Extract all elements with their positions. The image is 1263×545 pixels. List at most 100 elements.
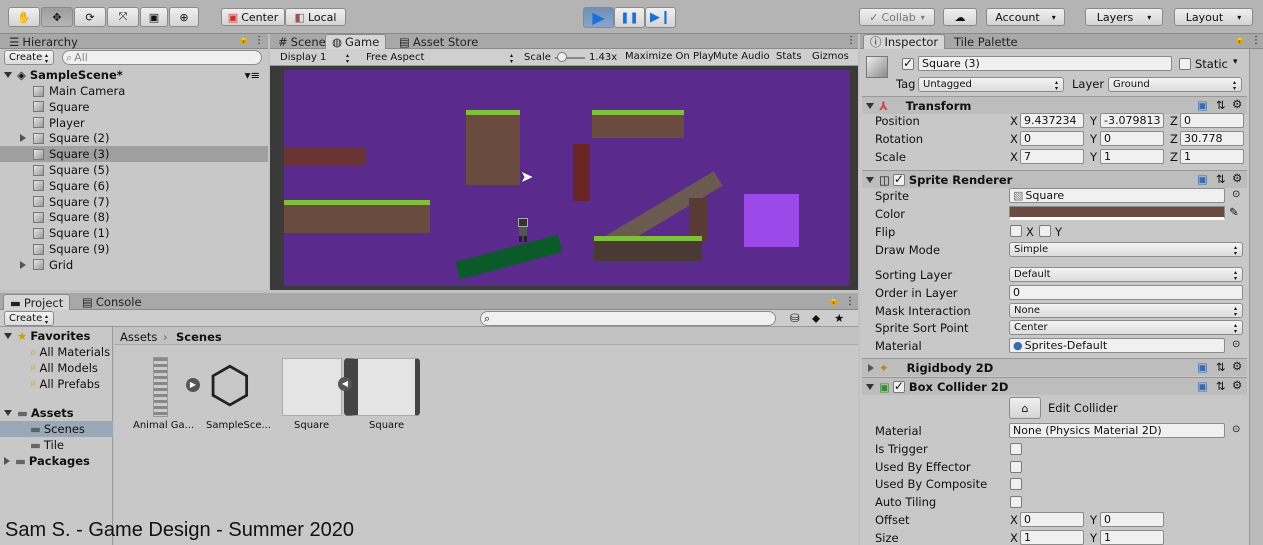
gear-icon[interactable]: ⚙ [1232, 97, 1242, 111]
box-collider-enabled-checkbox[interactable] [892, 379, 905, 393]
rotation-x-axis-label[interactable]: X [1010, 132, 1018, 146]
cloud-button[interactable]: ☁ [943, 8, 977, 26]
mask-interaction-dropdown[interactable]: None [1009, 303, 1243, 318]
favorite-star-icon[interactable]: ★ [834, 311, 844, 325]
scale-y-axis-label[interactable]: Y [1090, 150, 1097, 164]
hierarchy-item[interactable]: Square (7) [0, 194, 268, 210]
object-picker-icon[interactable]: ⊙ [1232, 424, 1240, 435]
pause-button[interactable]: ❚❚ [614, 7, 645, 28]
expand-arrow-icon[interactable] [4, 457, 10, 465]
collider-material-field[interactable]: None (Physics Material 2D) [1009, 423, 1225, 438]
help-book-icon[interactable]: ▣ [1197, 360, 1208, 374]
static-checkbox[interactable] [1179, 58, 1191, 70]
position-z-axis-label[interactable]: Z [1170, 114, 1178, 128]
project-create-dropdown[interactable]: Create [4, 311, 54, 326]
tab-inspector[interactable]: ⓘ Inspector [863, 34, 946, 49]
order-in-layer-input[interactable]: 0 [1009, 285, 1243, 300]
draw-mode-dropdown[interactable]: Simple [1009, 242, 1243, 257]
project-search-input[interactable]: ⌕ [480, 311, 776, 326]
collapse-asset-icon[interactable]: ◀ [338, 377, 352, 391]
step-button[interactable]: ▶❙ [645, 7, 676, 28]
asset-item[interactable]: ◀ Square [338, 355, 420, 435]
rect-tool-button[interactable]: ▣ [140, 7, 168, 27]
help-book-icon[interactable]: ▣ [1197, 98, 1208, 112]
scene-menu-icon[interactable]: ▾≡ [245, 68, 260, 82]
sprite-sort-point-dropdown[interactable]: Center [1009, 320, 1243, 335]
chevron-down-icon[interactable]: ▾ [1233, 57, 1238, 67]
help-book-icon[interactable]: ▣ [1197, 379, 1208, 393]
gear-icon[interactable]: ⚙ [1232, 359, 1242, 373]
account-dropdown[interactable]: Account ▾ [986, 8, 1065, 26]
rotation-y-axis-label[interactable]: Y [1090, 132, 1097, 146]
flip-x-checkbox[interactable] [1010, 225, 1022, 237]
rigidbody-header[interactable]: ✦ Rigidbody 2D [862, 358, 1247, 376]
favorite-item[interactable]: ⌕ All Prefabs [30, 376, 100, 392]
expand-arrow-icon[interactable] [866, 383, 874, 390]
display-dropdown[interactable]: Display 1 [276, 50, 354, 65]
tab-console[interactable]: ▤ Console [76, 294, 148, 310]
object-picker-icon[interactable]: ⊙ [1232, 339, 1240, 350]
gizmos-toggle[interactable]: Gizmos [812, 51, 849, 62]
tab-tile-palette[interactable]: Tile Palette [948, 34, 1024, 49]
breadcrumb-scenes[interactable]: Scenes [176, 330, 222, 344]
stats-toggle[interactable]: Stats [776, 51, 802, 62]
hierarchy-item[interactable]: Square (3) [0, 146, 268, 163]
hierarchy-item[interactable]: Square (2) [0, 130, 268, 146]
hierarchy-item[interactable]: Square (9) [0, 241, 268, 257]
is-trigger-checkbox[interactable] [1010, 443, 1022, 455]
scale-z-axis-label[interactable]: Z [1170, 150, 1178, 164]
play-button[interactable]: ▶ [583, 7, 614, 28]
used-by-composite-checkbox[interactable] [1010, 478, 1022, 490]
hierarchy-item[interactable]: Square (5) [0, 162, 268, 178]
expand-arrow-icon[interactable] [4, 72, 12, 78]
expand-arrow-icon[interactable] [4, 333, 12, 339]
used-by-effector-checkbox[interactable] [1010, 461, 1022, 473]
transform-header[interactable]: ⅄ Transform [862, 96, 1247, 114]
favorites-header[interactable]: ★ Favorites [4, 328, 90, 344]
folder-tile[interactable]: ▬ Tile [30, 437, 64, 453]
expand-arrow-icon[interactable] [20, 260, 26, 269]
hierarchy-item[interactable]: Square [0, 99, 268, 115]
object-name-input[interactable]: Square (3) [918, 56, 1172, 71]
hierarchy-item[interactable]: Square (6) [0, 178, 268, 194]
expand-arrow-icon[interactable] [4, 410, 12, 416]
material-field[interactable]: ● Sprites-Default [1009, 338, 1225, 353]
asset-item[interactable]: Square [280, 355, 344, 435]
size-y-input[interactable]: 1 [1100, 530, 1164, 545]
pivot-center-button[interactable]: ▣ Center [221, 8, 285, 26]
tab-project[interactable]: ▬ Project [3, 294, 71, 310]
gear-icon[interactable]: ⚙ [1232, 378, 1242, 392]
asset-item[interactable]: Animal Ga... [130, 355, 194, 435]
breadcrumb-assets[interactable]: Assets [120, 330, 157, 344]
pivot-local-button[interactable]: ◧ Local [285, 8, 346, 26]
object-picker-icon[interactable]: ⊙ [1232, 189, 1240, 200]
scale-x-axis-label[interactable]: X [1010, 150, 1018, 164]
expand-asset-icon[interactable]: ▶ [186, 378, 200, 392]
scale-x-input[interactable]: 7 [1020, 149, 1084, 164]
scale-slider-thumb[interactable] [557, 52, 567, 62]
transform-tool-button[interactable]: ⊕ [169, 7, 199, 27]
help-book-icon[interactable]: ▣ [1197, 172, 1208, 186]
rotation-z-input[interactable]: 30.778 [1180, 131, 1244, 146]
tag-dropdown[interactable]: Untagged [918, 77, 1064, 92]
panel-menu-icon[interactable]: ⋮ [1251, 35, 1261, 46]
tab-hierarchy[interactable]: ☰ Hierarchy [3, 34, 84, 49]
presets-icon[interactable]: ⇅ [1216, 98, 1226, 112]
favorite-item[interactable]: ⌕ All Materials [30, 344, 110, 360]
move-tool-button[interactable]: ✥ [41, 7, 73, 27]
hierarchy-item[interactable]: Square (8) [0, 209, 268, 225]
flip-y-checkbox[interactable] [1039, 225, 1051, 237]
position-x-input[interactable]: 9.437234 [1020, 113, 1084, 128]
hierarchy-item[interactable]: Main Camera [0, 83, 268, 99]
rotation-z-axis-label[interactable]: Z [1170, 132, 1178, 146]
sprite-renderer-header[interactable]: ◫ Sprite Renderer [862, 170, 1247, 188]
hierarchy-search-input[interactable]: ⌕ All [62, 50, 262, 65]
tab-game[interactable]: ◍ Game [325, 34, 387, 49]
rotate-tool-button[interactable]: ⟳ [74, 7, 106, 27]
scene-root[interactable]: ◈ SampleScene* ▾≡ [4, 67, 266, 83]
sprite-renderer-enabled-checkbox[interactable] [892, 172, 905, 186]
favorite-item[interactable]: ⌕ All Models [30, 360, 98, 376]
gear-icon[interactable]: ⚙ [1232, 171, 1242, 185]
tab-scene[interactable]: # Scene [272, 34, 332, 49]
hierarchy-item[interactable]: Grid [0, 257, 268, 273]
